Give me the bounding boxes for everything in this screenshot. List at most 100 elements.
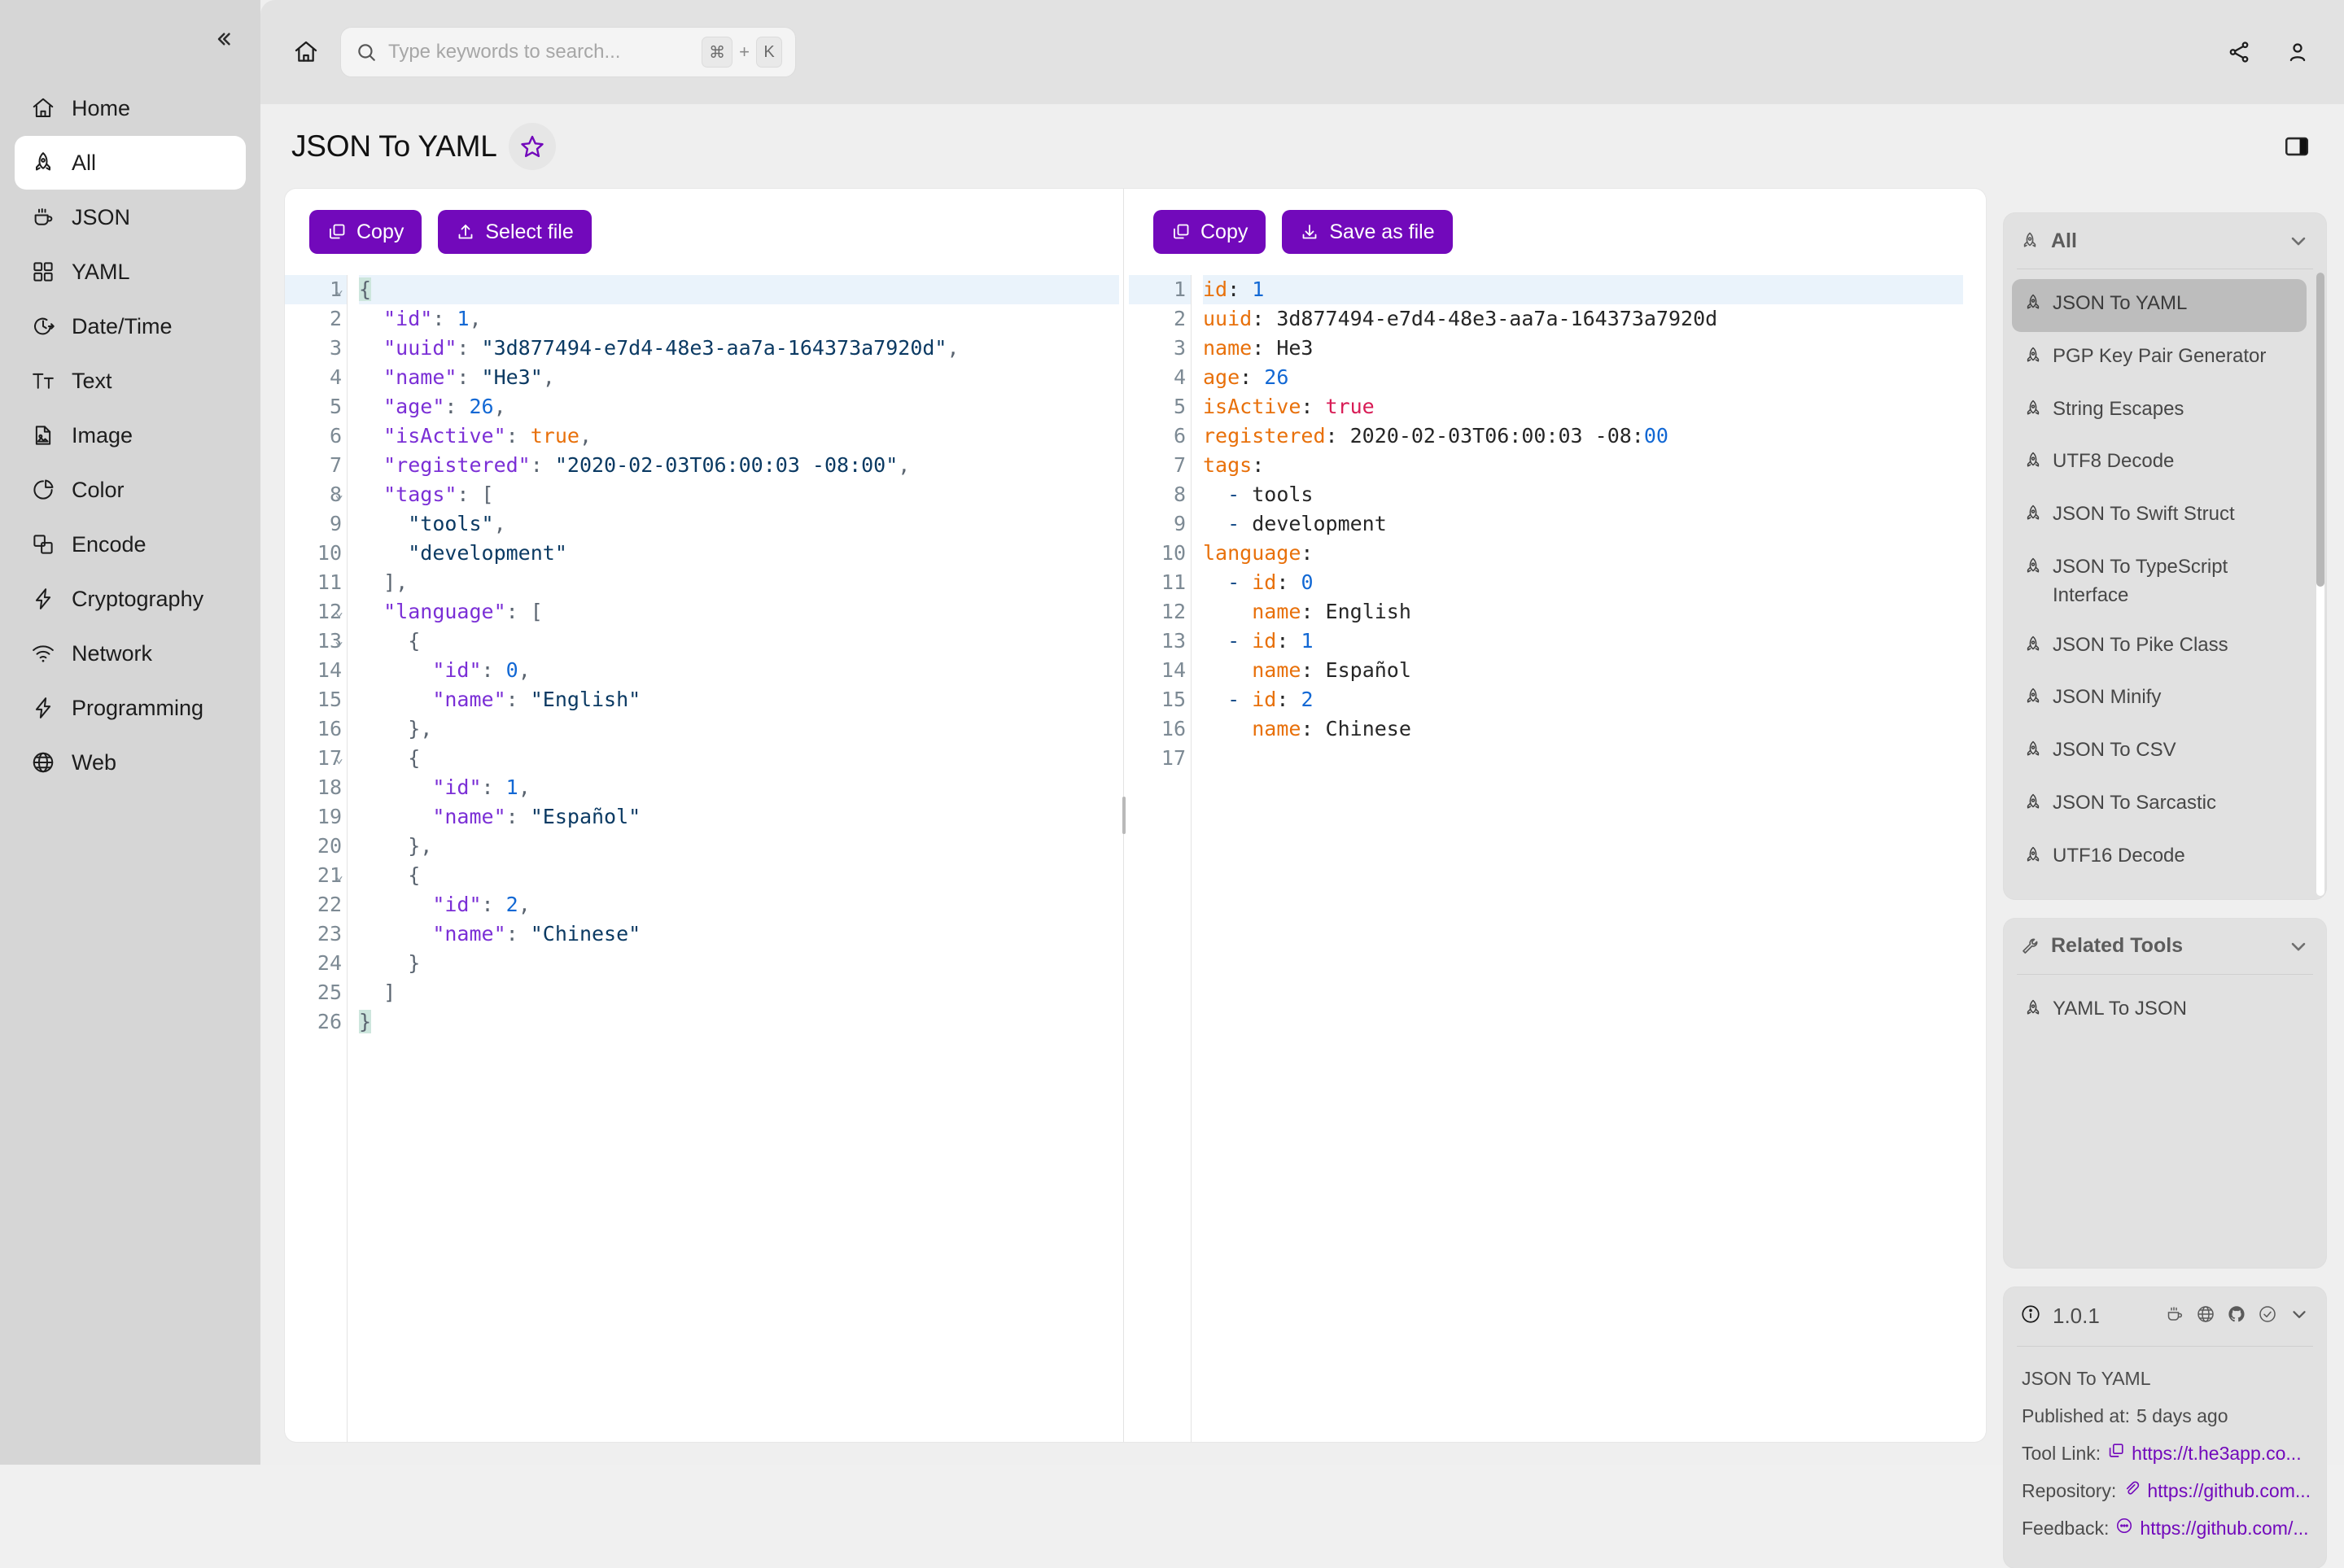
search-box[interactable]: ⌘ + K (340, 27, 796, 77)
code-line: - tools (1203, 480, 1963, 509)
related-card-header[interactable]: Related Tools (2004, 919, 2326, 974)
sidebar-item-label: Encode (72, 531, 146, 557)
tool-list-item[interactable]: JSON Minify (2012, 673, 2307, 726)
sidebar-item-color[interactable]: Color (15, 463, 246, 517)
sidebar-item-text[interactable]: Text (15, 354, 246, 408)
chevron-down-icon[interactable] (2289, 1304, 2310, 1329)
copy-output-button[interactable]: Copy (1153, 210, 1266, 254)
code-token: : (505, 805, 531, 828)
tool-list-item[interactable]: JSON To Sarcastic (2012, 779, 2307, 832)
left-sidebar: Home All JSON YAML Date/Time Text Image Color En… (0, 0, 260, 1465)
code-token: tools (1252, 483, 1314, 506)
tool-list-item[interactable]: JSON To Swift Struct (2012, 490, 2307, 543)
user-icon[interactable] (2279, 33, 2316, 71)
sidebar-item-encode[interactable]: Encode (15, 518, 246, 571)
json-code-content[interactable]: { "id": 1, "uuid": "3d877494-e7d4-48e3-a… (348, 275, 1119, 1442)
code-token: , (518, 658, 531, 682)
rocket-icon (2023, 451, 2043, 479)
json-code-area[interactable]: 1 ⌄ 2 3 4 5 6 7 8 ⌄ 9 10 11 12 ⌄ 13 ⌄ 14 15 16 17 ⌄ 18 19 20 21 ⌄ 2… (285, 275, 1119, 1442)
wifi-icon (31, 641, 55, 666)
sidebar-item-web[interactable]: Web (15, 736, 246, 789)
code-token: 1 (505, 775, 518, 799)
star-outline-icon[interactable] (508, 123, 556, 170)
related-tool-item[interactable]: YAML To JSON (2012, 985, 2318, 1037)
line-number: 4 (1173, 365, 1186, 389)
tool-list-item[interactable]: JSON To CSV (2012, 726, 2307, 779)
sidebar-item-all[interactable]: All (15, 136, 246, 190)
tools-scrollbar-thumb[interactable] (2316, 273, 2324, 587)
code-token: "name" (383, 365, 457, 389)
rocket-icon (2023, 687, 2043, 715)
code-token: 0 (505, 658, 518, 682)
tool-list-item[interactable]: JSON To YAML (2012, 279, 2307, 332)
github-icon[interactable] (2227, 1304, 2246, 1328)
chevron-down-icon[interactable]: ⌄ (335, 275, 343, 304)
panel-right-icon[interactable] (2277, 127, 2316, 166)
json-line-numbers: 1 ⌄ 2 3 4 5 6 7 8 ⌄ 9 10 11 12 ⌄ 13 ⌄ 14 15 16 17 ⌄ 18 19 20 21 ⌄ 2… (285, 275, 347, 1442)
category-card-header[interactable]: All (2004, 213, 2326, 269)
sidebar-item-programming[interactable]: Programming (15, 681, 246, 735)
tool-list-item[interactable]: UTF8 Decode (2012, 437, 2307, 490)
search-input[interactable] (388, 41, 702, 63)
search-icon (356, 41, 377, 63)
sidebar-item-image[interactable]: Image (15, 408, 246, 462)
repository-link[interactable]: https://github.com... (2123, 1472, 2311, 1509)
output-toolbar: Copy Save as file (1129, 210, 1963, 275)
line-number: 12 (1161, 600, 1186, 623)
yaml-code-content[interactable]: id: 1 uuid: 3d877494-e7d4-48e3-aa7a-16437… (1192, 275, 1963, 1442)
select-file-button[interactable]: Select file (438, 210, 592, 254)
tool-list-item-label: JSON To Swift Struct (2053, 503, 2235, 526)
code-token: 1 (1301, 629, 1314, 653)
code-token: tags (1203, 453, 1253, 477)
chevron-down-icon[interactable] (2287, 935, 2310, 958)
tool-list-item[interactable]: JSON To Pike Class (2012, 621, 2307, 674)
save-as-file-button[interactable]: Save as file (1282, 210, 1453, 254)
related-tools-list[interactable]: YAML To JSON (2012, 985, 2318, 1037)
share-icon[interactable] (2220, 33, 2258, 71)
tools-list[interactable]: JSON To YAML PGP Key Pair Generator String… (2012, 279, 2318, 884)
pane-splitter[interactable] (1119, 189, 1129, 1442)
check-circle-icon[interactable] (2258, 1304, 2277, 1328)
code-token: name (1203, 336, 1253, 360)
chevron-down-icon[interactable]: ⌄ (335, 861, 343, 890)
sidebar-item-home[interactable]: Home (15, 81, 246, 135)
sidebar-item-date-time[interactable]: Date/Time (15, 299, 246, 353)
line-number: 25 (317, 981, 342, 1004)
tool-list-item[interactable]: String Escapes (2012, 385, 2307, 438)
chevron-down-icon[interactable]: ⌄ (335, 597, 343, 627)
info-card-header[interactable]: 1.0.1 (2004, 1287, 2326, 1346)
tool-list-item-label: UTF8 Decode (2053, 450, 2175, 473)
category-title: All (2051, 229, 2077, 252)
pie-chart-icon (31, 478, 55, 502)
chevron-down-icon[interactable] (2287, 229, 2310, 252)
tool-list-item[interactable]: UTF16 Decode (2012, 832, 2307, 884)
tool-list-item[interactable]: PGP Key Pair Generator (2012, 332, 2307, 385)
sidebar-item-yaml[interactable]: YAML (15, 245, 246, 299)
code-line: "id": 0, (359, 656, 1119, 685)
copy-input-button[interactable]: Copy (309, 210, 422, 254)
globe-icon[interactable] (2196, 1304, 2215, 1328)
coffee-cup-icon[interactable] (2165, 1304, 2184, 1328)
code-token: age (1203, 365, 1240, 389)
sidebar-item-network[interactable]: Network (15, 627, 246, 680)
code-line: "name": "He3", (359, 363, 1119, 392)
sidebar-item-json[interactable]: JSON (15, 190, 246, 244)
chevron-down-icon[interactable]: ⌄ (335, 627, 343, 656)
chevron-down-icon[interactable]: ⌄ (335, 480, 343, 509)
chevrons-left-icon[interactable] (202, 18, 244, 60)
sidebar-item-cryptography[interactable]: Cryptography (15, 572, 246, 626)
rocket-icon (2023, 740, 2043, 768)
code-token: ], (359, 570, 409, 594)
tool-list-item[interactable]: JSON To TypeScript Interface (2012, 543, 2307, 621)
chevron-down-icon[interactable]: ⌄ (335, 744, 343, 773)
code-token: English (1325, 600, 1411, 623)
yaml-code-area[interactable]: 1 2 3 4 5 6 7 8 9 10 11 12 13 14 15 16 17 id: 1 uuid: 3d8… (1129, 275, 1963, 1442)
grid-icon (31, 260, 55, 284)
home-icon[interactable] (283, 29, 329, 75)
tool-link[interactable]: https://t.he3app.co... (2107, 1435, 2302, 1472)
feedback-link[interactable]: https://github.com/... (2115, 1509, 2309, 1547)
shortcut-modifier-key: ⌘ (702, 37, 733, 68)
code-token: name (1252, 717, 1301, 740)
